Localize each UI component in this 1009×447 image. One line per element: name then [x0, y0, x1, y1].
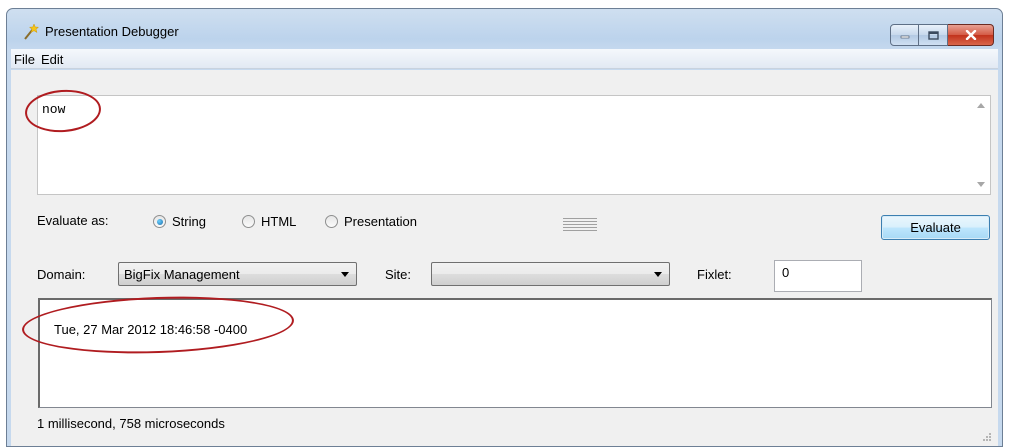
maximize-icon — [927, 30, 939, 40]
domain-label: Domain: — [37, 267, 86, 282]
radio-html[interactable]: HTML — [242, 214, 296, 229]
radio-html-label: HTML — [261, 214, 297, 229]
close-button[interactable] — [948, 24, 994, 46]
menu-bar: File Edit — [11, 49, 998, 69]
radio-string-label: String — [172, 214, 206, 229]
menu-file[interactable]: File — [14, 52, 35, 67]
domain-value: BigFix Management — [124, 267, 240, 282]
scroll-down-icon[interactable] — [977, 182, 985, 187]
radio-presentation-label: Presentation — [344, 214, 417, 229]
maximize-button[interactable] — [919, 24, 948, 46]
evaluate-as-label: Evaluate as: — [37, 213, 109, 228]
chevron-down-icon — [341, 272, 349, 277]
output-area[interactable]: Tue, 27 Mar 2012 18:46:58 -0400 — [38, 298, 992, 408]
expression-input[interactable]: now — [37, 95, 991, 195]
minimize-icon — [900, 35, 909, 39]
output-text: Tue, 27 Mar 2012 18:46:58 -0400 — [54, 322, 248, 337]
radio-unselected-icon — [325, 215, 338, 228]
evaluate-button[interactable]: Evaluate — [881, 215, 990, 240]
fixlet-label: Fixlet: — [697, 267, 732, 282]
radio-unselected-icon — [242, 215, 255, 228]
site-label: Site: — [385, 267, 412, 282]
fixlet-input[interactable] — [774, 260, 862, 292]
title-bar[interactable]: Presentation Debugger — [7, 9, 1002, 49]
presentation-debugger-window: Presentation Debugger File Edit now Eval… — [6, 8, 1003, 447]
menu-edit[interactable]: Edit — [41, 52, 63, 67]
chevron-down-icon — [654, 272, 662, 277]
caption-buttons — [890, 24, 994, 46]
minimize-button[interactable] — [890, 24, 919, 46]
site-dropdown[interactable] — [431, 262, 670, 286]
app-wand-icon — [24, 23, 40, 40]
radio-selected-icon — [153, 215, 166, 228]
expression-scrollbar[interactable] — [973, 96, 990, 194]
domain-dropdown[interactable]: BigFix Management — [118, 262, 357, 286]
radio-string[interactable]: String — [153, 214, 206, 229]
close-icon — [965, 30, 976, 40]
resize-grip-icon[interactable] — [982, 432, 992, 442]
scroll-up-icon[interactable] — [977, 103, 985, 108]
radio-presentation[interactable]: Presentation — [325, 214, 417, 229]
splitter-grip[interactable] — [563, 218, 597, 234]
client-area: now Evaluate as: String HTML Presentatio… — [11, 70, 998, 446]
expression-text: now — [42, 102, 66, 117]
status-text: 1 millisecond, 758 microseconds — [37, 416, 225, 431]
window-title: Presentation Debugger — [45, 24, 179, 39]
